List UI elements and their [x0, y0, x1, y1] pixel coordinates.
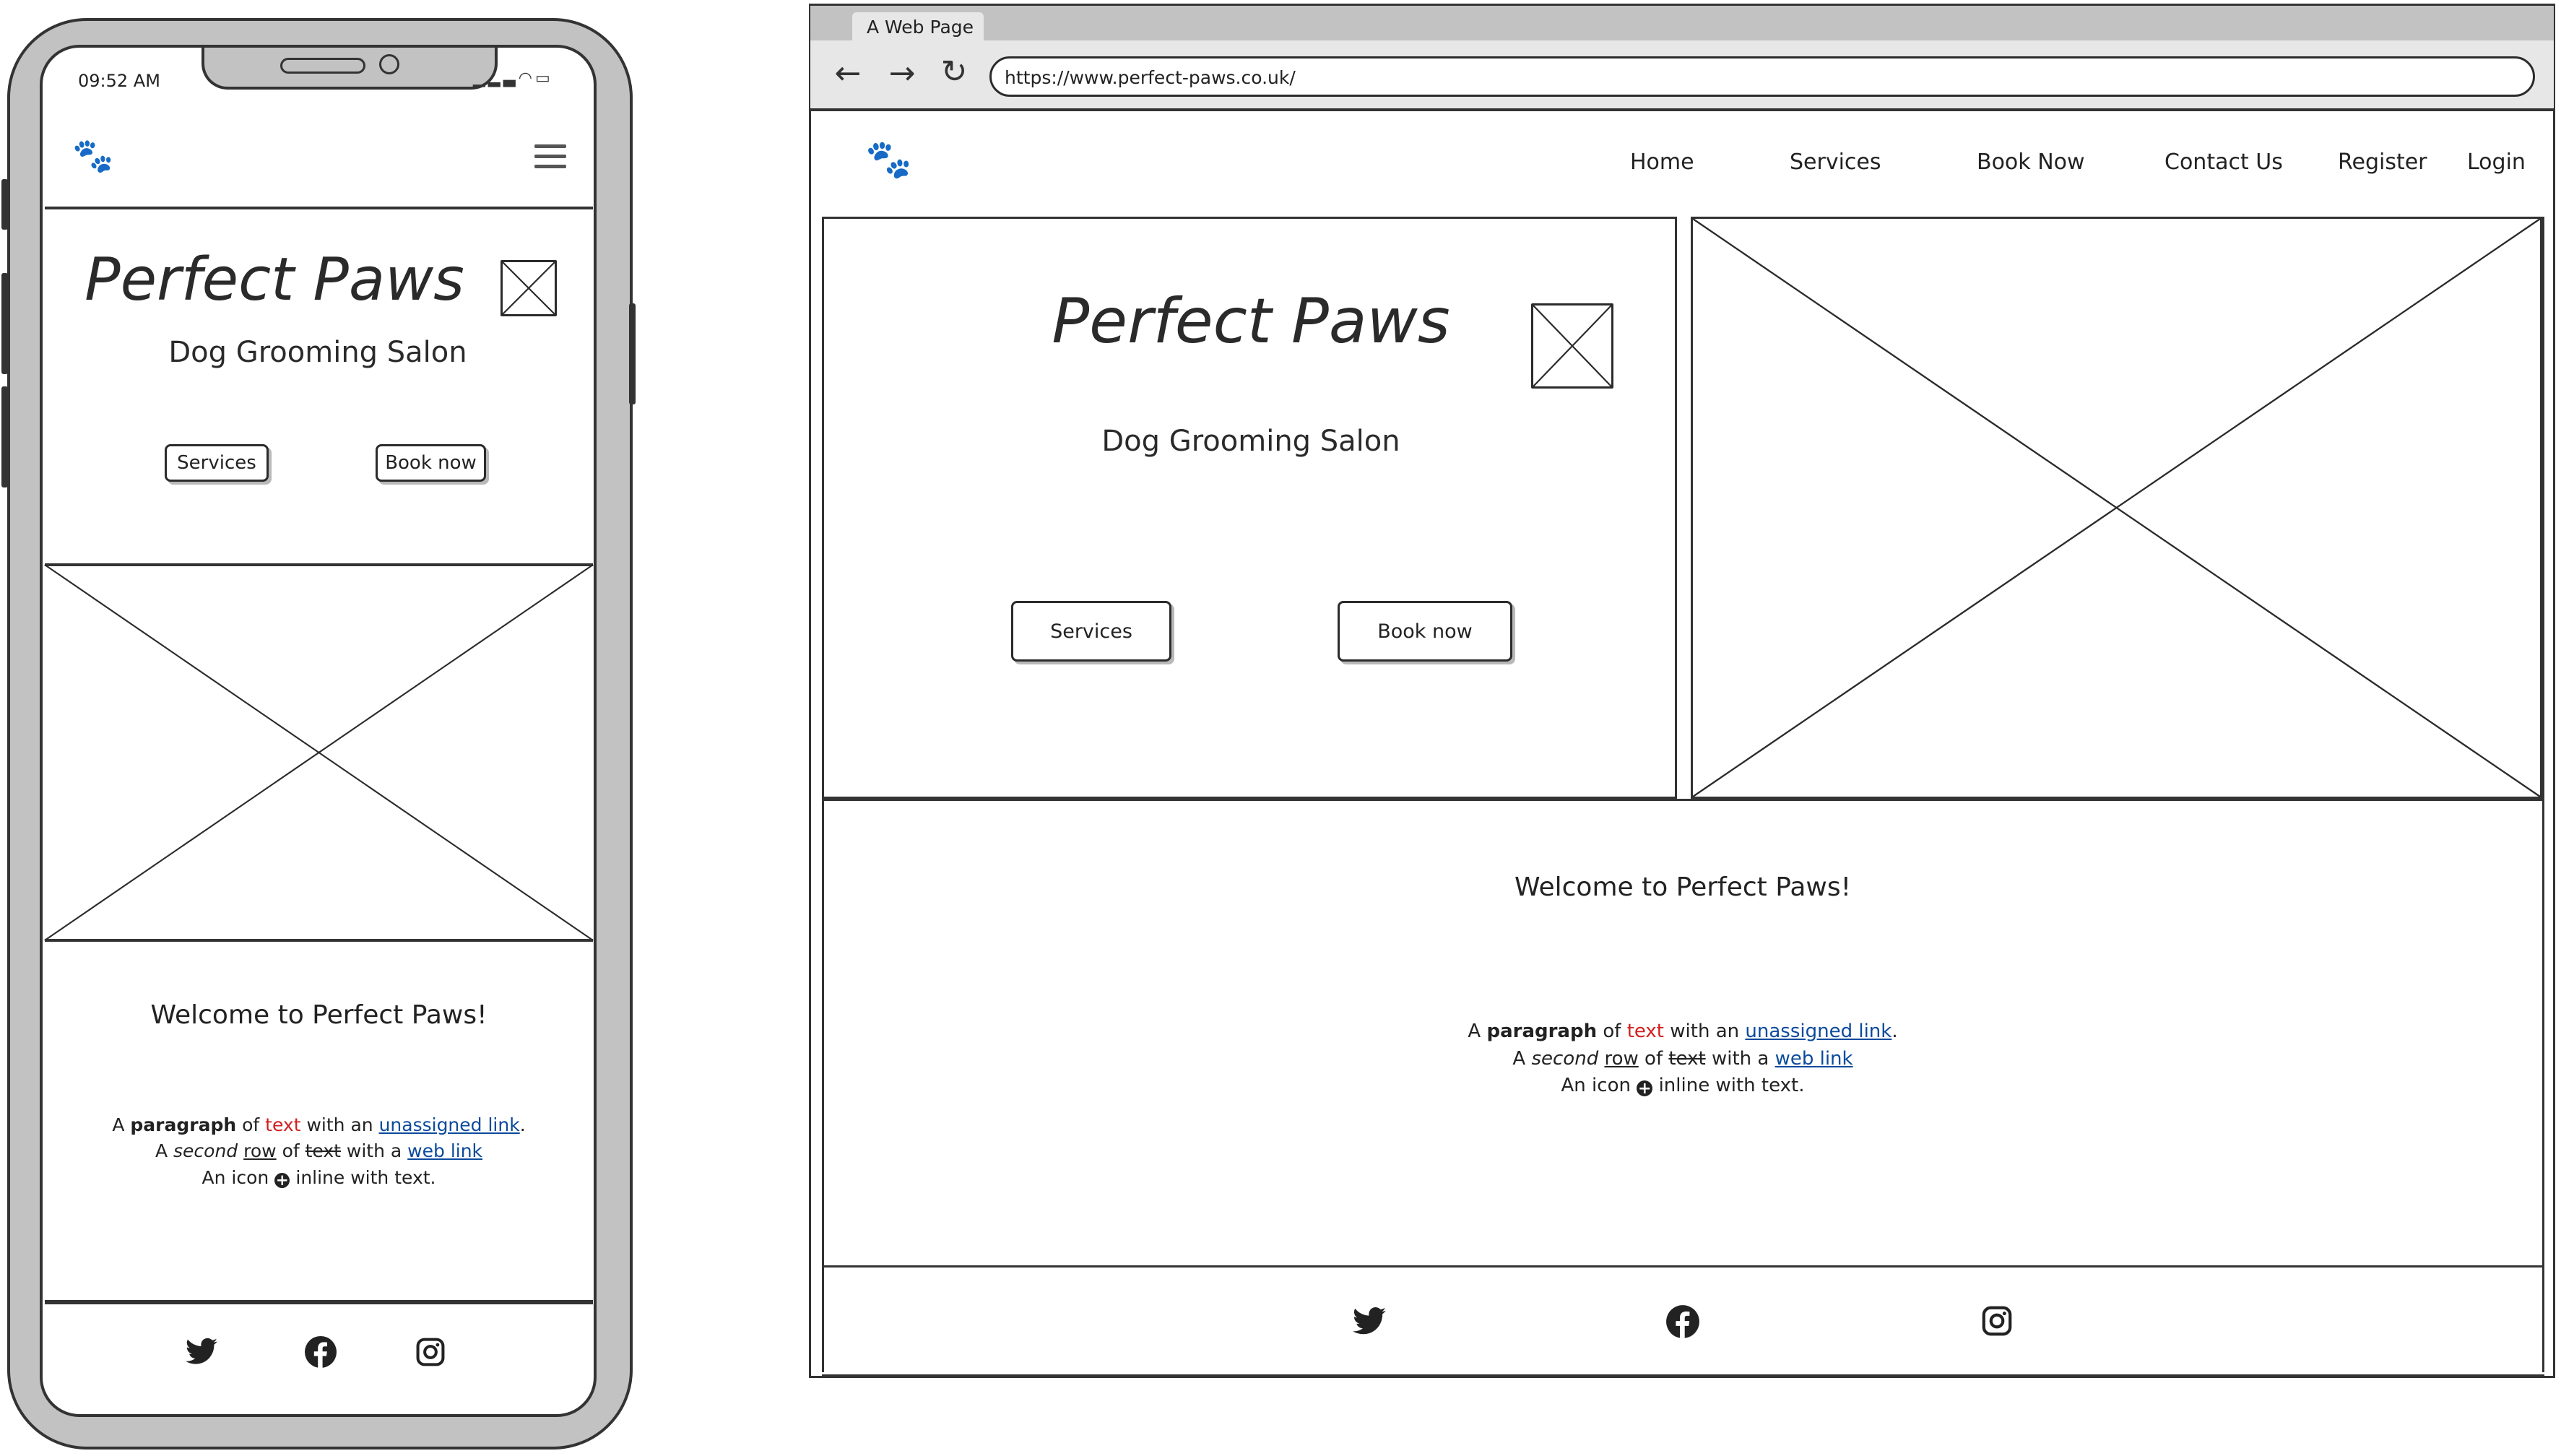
hero-subtitle: Dog Grooming Salon	[168, 336, 467, 369]
hero-title: Perfect Paws	[84, 246, 464, 314]
back-arrow-icon[interactable]: ←	[828, 55, 867, 92]
phone-volume-up-button	[1, 273, 8, 374]
unassigned-link[interactable]: unassigned link	[379, 1114, 520, 1135]
welcome-paragraph: A paragraph of text with an unassigned l…	[823, 1018, 2542, 1100]
reload-icon[interactable]: ↻	[935, 53, 974, 90]
hero-divider	[822, 799, 2544, 801]
paragraph-line-1: A paragraph of text with an unassigned l…	[1468, 1020, 1898, 1042]
phone-camera	[379, 54, 399, 74]
nav-register[interactable]: Register	[2338, 150, 2427, 175]
hero-image-placeholder	[1691, 217, 2542, 799]
nav-home[interactable]: Home	[1630, 150, 1694, 175]
image-placeholder-icon	[500, 260, 557, 316]
battery-icon: ▭	[534, 69, 553, 87]
phone-speaker	[280, 58, 365, 74]
web-link[interactable]: web link	[407, 1140, 482, 1161]
web-link[interactable]: web link	[1775, 1048, 1853, 1070]
hero-subtitle: Dog Grooming Salon	[1101, 425, 1400, 458]
nav-services[interactable]: Services	[1790, 150, 1881, 175]
header-divider	[45, 207, 593, 209]
welcome-heading: Welcome to Perfect Paws!	[1514, 872, 1852, 902]
hamburger-menu-icon[interactable]	[534, 144, 566, 175]
phone-power-button	[629, 303, 636, 404]
book-now-button[interactable]: Book now	[1338, 601, 1512, 662]
paw-prints-icon[interactable]: 🐾	[72, 136, 113, 176]
footer-divider	[45, 1300, 593, 1304]
book-now-button[interactable]: Book now	[376, 444, 486, 482]
instagram-icon[interactable]	[1975, 1304, 2019, 1346]
footer-divider	[822, 1265, 2544, 1268]
browser-tab-bar	[810, 6, 2554, 40]
address-bar[interactable]: https://www.perfect-paws.co.uk/	[989, 56, 2535, 97]
nav-contact-us[interactable]: Contact Us	[2164, 150, 2283, 175]
services-button[interactable]: Services	[165, 444, 269, 482]
phone-volume-down-button	[1, 386, 8, 488]
status-bar-icons: ▁▂▃◠▭	[473, 69, 553, 87]
forward-arrow-icon[interactable]: →	[883, 55, 922, 92]
welcome-heading: Welcome to Perfect Paws!	[150, 1000, 488, 1030]
paw-prints-icon[interactable]: 🐾	[865, 137, 912, 181]
paragraph-line-3: An icon + inline with text.	[1561, 1075, 1805, 1098]
page-bottom-edge	[822, 1374, 2544, 1377]
services-button[interactable]: Services	[1011, 601, 1171, 662]
welcome-paragraph: A paragraph of text with an unassigned l…	[45, 1112, 593, 1191]
hero-title: Perfect Paws	[1052, 285, 1450, 358]
image-divider	[45, 939, 593, 942]
unassigned-link[interactable]: unassigned link	[1745, 1020, 1892, 1042]
twitter-icon[interactable]	[1348, 1304, 1391, 1348]
paragraph-line-3: An icon + inline with text.	[202, 1166, 436, 1190]
status-bar-time: 09:52 AM	[78, 71, 160, 91]
paragraph-line-2: A second row of text with a web link	[1512, 1047, 1853, 1070]
plus-circle-icon: +	[274, 1171, 290, 1190]
paragraph-line-2: A second row of text with a web link	[155, 1140, 483, 1162]
facebook-icon[interactable]	[299, 1335, 342, 1377]
paragraph-line-1: A paragraph of text with an unassigned l…	[112, 1114, 526, 1135]
instagram-icon[interactable]	[409, 1336, 452, 1376]
facebook-icon[interactable]	[1661, 1304, 1704, 1348]
plus-circle-icon: +	[1637, 1078, 1653, 1098]
twitter-icon[interactable]	[180, 1335, 223, 1377]
phone-side-button	[1, 179, 8, 230]
signal-icon: ▁▂▃	[473, 69, 519, 87]
wifi-icon: ◠	[518, 69, 535, 87]
hero-image-placeholder	[44, 564, 594, 941]
page-right-edge	[2542, 217, 2544, 1372]
browser-tab[interactable]: A Web Page	[852, 12, 984, 44]
nav-book-now[interactable]: Book Now	[1977, 150, 2085, 175]
nav-login[interactable]: Login	[2467, 150, 2526, 175]
image-placeholder-icon	[1531, 303, 1613, 389]
